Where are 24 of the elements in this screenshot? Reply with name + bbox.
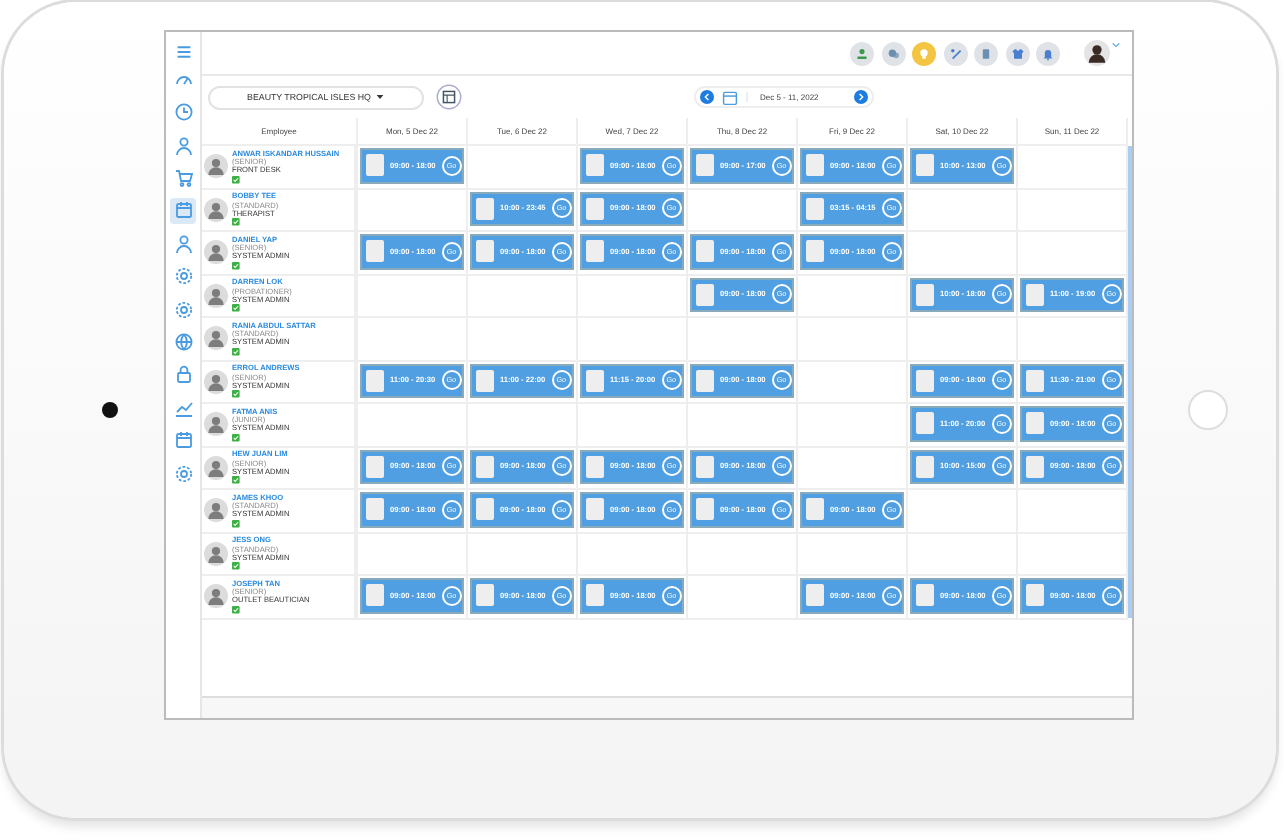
- person-icon[interactable]: [850, 41, 874, 65]
- calendar-icon[interactable]: [170, 197, 196, 224]
- calendar-icon[interactable]: [170, 427, 196, 454]
- calendar-icon[interactable]: [722, 89, 738, 105]
- cart-icon[interactable]: [170, 165, 196, 192]
- person-icon[interactable]: [170, 132, 196, 159]
- bulb-icon[interactable]: [912, 41, 936, 65]
- export-button[interactable]: [436, 84, 462, 110]
- camera-icon: [101, 402, 117, 418]
- person-icon[interactable]: [170, 230, 196, 257]
- clock-icon[interactable]: [170, 99, 196, 126]
- user-avatar[interactable]: [1083, 40, 1109, 66]
- globe-icon[interactable]: [170, 329, 196, 356]
- previous-button[interactable]: [700, 90, 714, 104]
- shirt-icon[interactable]: [1005, 41, 1029, 65]
- bell-icon[interactable]: [1036, 41, 1060, 65]
- gear-icon[interactable]: [170, 296, 196, 323]
- next-button[interactable]: [854, 90, 869, 104]
- caret-icon[interactable]: [376, 94, 385, 100]
- chat-icon[interactable]: [881, 41, 905, 65]
- gear-icon[interactable]: [170, 263, 196, 290]
- gear-icon[interactable]: [170, 460, 196, 487]
- menu-icon[interactable]: [175, 44, 191, 60]
- table-cell: [798, 318, 908, 361]
